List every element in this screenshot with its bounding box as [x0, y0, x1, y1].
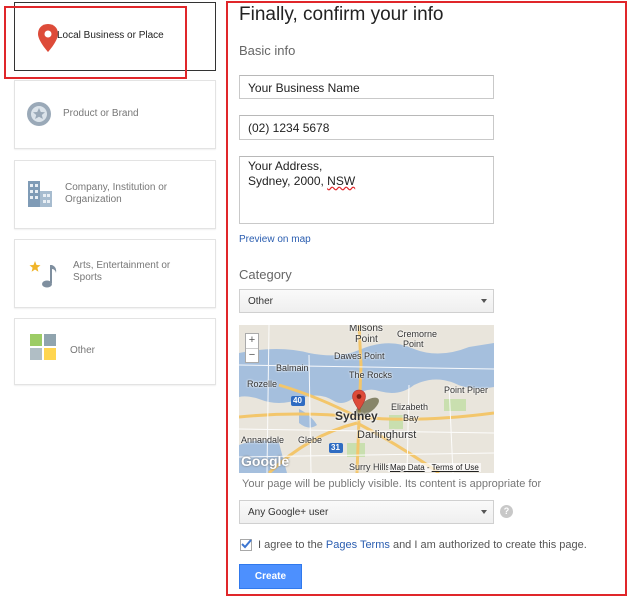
audience-select[interactable]: Any Google+ user	[239, 500, 494, 524]
map-label: Darlinghurst	[357, 429, 417, 441]
google-logo: Google	[241, 453, 290, 469]
building-icon	[26, 179, 56, 214]
checkmark-icon	[241, 539, 252, 549]
address-city: Sydney, 2000,	[248, 174, 328, 188]
basic-info-heading: Basic info	[239, 43, 296, 58]
map-label: Dawes Point	[334, 351, 385, 361]
category-select-value: Other	[248, 295, 274, 307]
help-icon[interactable]: ?	[500, 505, 513, 518]
map-label: Elizabeth	[391, 402, 429, 412]
map-attribution-sep: -	[424, 463, 432, 472]
pages-terms-link[interactable]: Pages Terms	[326, 539, 390, 551]
address-line-1: Your Address,	[248, 159, 323, 173]
agree-checkbox[interactable]	[240, 539, 252, 551]
create-button[interactable]: Create	[239, 564, 302, 589]
zoom-in-button[interactable]: +	[246, 334, 258, 349]
category-card-company[interactable]: Company, Institution or Organization	[14, 160, 216, 229]
zoom-out-button[interactable]: −	[246, 349, 258, 363]
chevron-down-icon	[481, 510, 487, 514]
brand-tag-icon	[26, 101, 52, 132]
preview-on-map-link[interactable]: Preview on map	[239, 234, 311, 245]
map-label: Point Piper	[444, 385, 489, 395]
business-name-value: Your Business Name	[248, 81, 360, 95]
agree-prefix: I agree to the	[258, 539, 326, 551]
agree-suffix: and I am authorized to create this page.	[389, 539, 587, 551]
category-label: Product or Brand	[63, 108, 139, 119]
grid-tiles-icon	[29, 333, 57, 366]
address-field[interactable]: Your Address, Sydney, 2000, NSW	[239, 156, 494, 224]
category-label: Sports	[73, 272, 102, 283]
audience-select-value: Any Google+ user	[248, 506, 329, 518]
music-star-icon	[28, 259, 60, 294]
route-31-label: 31	[331, 443, 340, 452]
map-label: Annandale	[241, 435, 285, 445]
location-map[interactable]: 40 31 Milsons Point Cremorne Point Dawes…	[239, 325, 494, 473]
map-label: Sydney	[335, 409, 378, 423]
map-label: The Rocks	[349, 370, 393, 380]
category-heading: Category	[239, 267, 292, 282]
map-attribution: Map Data - Terms of Use	[388, 463, 481, 472]
map-data-link[interactable]: Map Data	[390, 463, 425, 472]
map-label: Rozelle	[247, 379, 278, 389]
category-label: Arts, Entertainment or	[73, 260, 171, 271]
page-title: Finally, confirm your info	[239, 4, 444, 25]
address-line-2: Sydney, 2000, NSW	[248, 174, 485, 189]
agree-text: I agree to the Pages Terms and I am auth…	[258, 539, 587, 551]
category-card-product-brand[interactable]: Product or Brand	[14, 80, 216, 149]
map-label: Point	[355, 334, 378, 345]
category-card-arts[interactable]: Arts, Entertainment or Sports	[14, 239, 216, 308]
category-label: Organization	[65, 194, 122, 205]
route-40-label: 40	[293, 396, 302, 405]
category-card-other[interactable]: Other	[14, 318, 216, 385]
phone-value: (02) 1234 5678	[248, 121, 330, 135]
visibility-notice: Your page will be publicly visible. Its …	[242, 478, 542, 490]
map-label: Surry Hills	[349, 462, 391, 472]
zoom-control: + −	[245, 333, 259, 363]
map-label: Balmain	[276, 363, 309, 373]
selection-highlight	[4, 6, 187, 79]
category-select[interactable]: Other	[239, 289, 494, 313]
chevron-down-icon	[481, 299, 487, 303]
category-label: Other	[70, 345, 96, 356]
address-state: NSW	[327, 174, 356, 188]
business-name-field[interactable]: Your Business Name	[239, 75, 494, 99]
map-label: Bay	[403, 413, 419, 423]
category-label: Company, Institution or	[65, 182, 168, 193]
map-label: Cremorne	[397, 329, 438, 339]
terms-of-use-link[interactable]: Terms of Use	[432, 463, 479, 472]
map-label: Point	[403, 339, 424, 349]
map-label: Glebe	[298, 435, 323, 445]
phone-field[interactable]: (02) 1234 5678	[239, 115, 494, 140]
map-label: Milsons	[349, 325, 383, 334]
